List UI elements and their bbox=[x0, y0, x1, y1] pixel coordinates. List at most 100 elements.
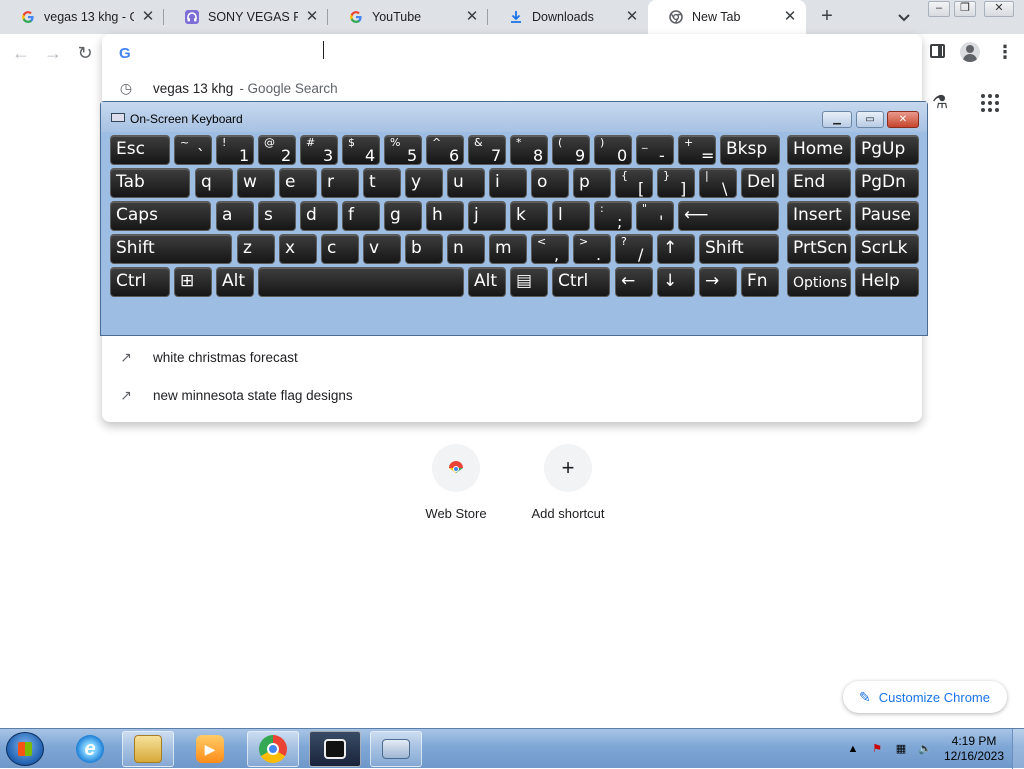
keyboard-key[interactable]: k bbox=[510, 201, 548, 231]
close-tab-icon[interactable]: ✕ bbox=[624, 9, 640, 25]
osk-close-button[interactable]: ✕ bbox=[887, 111, 919, 128]
chrome-menu-button[interactable]: ⋮ bbox=[996, 42, 1014, 62]
keyboard-key[interactable]: :; bbox=[594, 201, 632, 231]
keyboard-key[interactable]: {[ bbox=[615, 168, 653, 198]
action-center-icon[interactable]: ⚑ bbox=[870, 742, 884, 756]
keyboard-key[interactable]: ^ 6 bbox=[426, 135, 464, 165]
keyboard-key[interactable]: w bbox=[237, 168, 275, 198]
keyboard-key[interactable]: p bbox=[573, 168, 611, 198]
keyboard-key[interactable]: Bksp bbox=[720, 135, 780, 165]
system-clock[interactable]: 4:19 PM 12/16/2023 bbox=[942, 734, 1006, 764]
keyboard-key[interactable]: + = bbox=[678, 135, 716, 165]
keyboard-key[interactable]: Caps bbox=[110, 201, 211, 231]
keyboard-key[interactable]: a bbox=[216, 201, 254, 231]
keyboard-key[interactable]: o bbox=[531, 168, 569, 198]
keyboard-key[interactable]: s bbox=[258, 201, 296, 231]
keyboard-key[interactable]: z bbox=[237, 234, 275, 264]
close-tab-icon[interactable]: ✕ bbox=[304, 9, 320, 25]
shortcut-web-store[interactable]: Web Store bbox=[401, 444, 511, 521]
reload-button[interactable]: ↻ bbox=[74, 42, 96, 64]
browser-tab[interactable]: Downloads ✕ bbox=[488, 0, 648, 34]
taskbar-video-editor[interactable] bbox=[309, 731, 361, 767]
keyboard-key[interactable]: PgUp bbox=[855, 135, 919, 165]
keyboard-key[interactable]: Options bbox=[787, 267, 851, 297]
keyboard-key[interactable]: $4 bbox=[342, 135, 380, 165]
keyboard-key[interactable]: Alt bbox=[216, 267, 254, 297]
keyboard-key[interactable]: * 8 bbox=[510, 135, 548, 165]
keyboard-key[interactable]: ~ ` bbox=[174, 135, 212, 165]
close-tab-icon[interactable]: ✕ bbox=[140, 9, 156, 25]
show-desktop-button[interactable] bbox=[1012, 729, 1024, 769]
keyboard-key[interactable]: % 5 bbox=[384, 135, 422, 165]
keyboard-key[interactable]: _ - bbox=[636, 135, 674, 165]
browser-tab[interactable]: New Tab ✕ bbox=[648, 0, 806, 34]
keyboard-key[interactable]: ↑ bbox=[657, 234, 695, 264]
keyboard-key[interactable]: & 7 bbox=[468, 135, 506, 165]
keyboard-key[interactable]: PgDn bbox=[855, 168, 919, 198]
keyboard-key[interactable]: Ctrl bbox=[552, 267, 610, 297]
browser-tab[interactable]: SONY VEGAS PRO ✕ bbox=[164, 0, 328, 34]
side-panel-icon[interactable] bbox=[930, 44, 945, 58]
forward-button[interactable]: → bbox=[42, 42, 64, 64]
keyboard-key[interactable]: ← bbox=[615, 267, 653, 297]
close-tab-icon[interactable]: ✕ bbox=[464, 9, 480, 25]
osk-titlebar[interactable]: On-Screen Keyboard ▁ ▭ ✕ bbox=[101, 102, 927, 132]
keyboard-key[interactable]: g bbox=[384, 201, 422, 231]
keyboard-key[interactable]: c bbox=[321, 234, 359, 264]
keyboard-key[interactable]: >. bbox=[573, 234, 611, 264]
taskbar-media-player[interactable]: ▶ bbox=[184, 731, 236, 767]
keyboard-key[interactable]: (9 bbox=[552, 135, 590, 165]
keyboard-key[interactable]: | \ bbox=[699, 168, 737, 198]
google-apps-icon[interactable] bbox=[981, 94, 999, 112]
network-icon[interactable]: ▦ bbox=[894, 742, 908, 756]
start-button[interactable] bbox=[6, 732, 44, 766]
close-window-button[interactable]: ✕ bbox=[984, 1, 1014, 17]
keyboard-key[interactable]: x bbox=[279, 234, 317, 264]
keyboard-key[interactable]: Alt bbox=[468, 267, 506, 297]
keyboard-key[interactable]: b bbox=[405, 234, 443, 264]
keyboard-key[interactable]: y bbox=[405, 168, 443, 198]
keyboard-key[interactable]: ⟵ bbox=[678, 201, 779, 231]
keyboard-key[interactable]: ScrLk bbox=[855, 234, 919, 264]
keyboard-key[interactable]: r bbox=[321, 168, 359, 198]
volume-muted-icon[interactable]: 🔈 bbox=[918, 742, 932, 756]
keyboard-key[interactable]: q bbox=[195, 168, 233, 198]
minimize-window-button[interactable]: – bbox=[928, 1, 950, 17]
keyboard-key[interactable]: End bbox=[787, 168, 851, 198]
keyboard-key[interactable]: ▤ bbox=[510, 267, 548, 297]
keyboard-key[interactable]: j bbox=[468, 201, 506, 231]
keyboard-key[interactable]: Fn bbox=[741, 267, 779, 297]
keyboard-key[interactable]: h bbox=[426, 201, 464, 231]
keyboard-key[interactable]: Insert bbox=[787, 201, 851, 231]
keyboard-key[interactable]: i bbox=[489, 168, 527, 198]
keyboard-key[interactable]: <, bbox=[531, 234, 569, 264]
osk-minimize-button[interactable]: ▁ bbox=[822, 111, 852, 128]
back-button[interactable]: ← bbox=[10, 42, 32, 64]
keyboard-key[interactable]: Pause bbox=[855, 201, 919, 231]
keyboard-key[interactable]: ? / bbox=[615, 234, 653, 264]
browser-tab[interactable]: vegas 13 khg - Go ✕ bbox=[0, 0, 164, 34]
keyboard-key[interactable]: ) 0 bbox=[594, 135, 632, 165]
restore-window-button[interactable]: ❐ bbox=[954, 1, 976, 17]
customize-chrome-button[interactable]: ✎ Customize Chrome bbox=[843, 681, 1007, 713]
keyboard-key[interactable]: → bbox=[699, 267, 737, 297]
close-tab-icon[interactable]: ✕ bbox=[782, 9, 798, 25]
keyboard-key[interactable]: ↓ bbox=[657, 267, 695, 297]
keyboard-key[interactable]: Shift bbox=[110, 234, 232, 264]
labs-flask-icon[interactable]: ⚗ bbox=[932, 92, 952, 114]
new-tab-button[interactable]: + bbox=[816, 6, 838, 28]
browser-tab[interactable]: YouTube ✕ bbox=[328, 0, 488, 34]
keyboard-key[interactable]: n bbox=[447, 234, 485, 264]
suggestion-trending[interactable]: ↗ white christmas forecast bbox=[102, 343, 922, 371]
keyboard-key[interactable]: t bbox=[363, 168, 401, 198]
keyboard-key[interactable]: #3 bbox=[300, 135, 338, 165]
keyboard-key[interactable]: Home bbox=[787, 135, 851, 165]
suggestion-trending[interactable]: ↗ new minnesota state flag designs bbox=[102, 381, 922, 409]
taskbar-internet-explorer[interactable]: e bbox=[64, 731, 116, 767]
show-hidden-icons-icon[interactable]: ▲ bbox=[846, 742, 860, 756]
keyboard-key[interactable]: Esc bbox=[110, 135, 170, 165]
keyboard-key[interactable]: Ctrl bbox=[110, 267, 170, 297]
keyboard-key[interactable]: Tab bbox=[110, 168, 190, 198]
keyboard-key[interactable]: @2 bbox=[258, 135, 296, 165]
keyboard-key[interactable]: l bbox=[552, 201, 590, 231]
